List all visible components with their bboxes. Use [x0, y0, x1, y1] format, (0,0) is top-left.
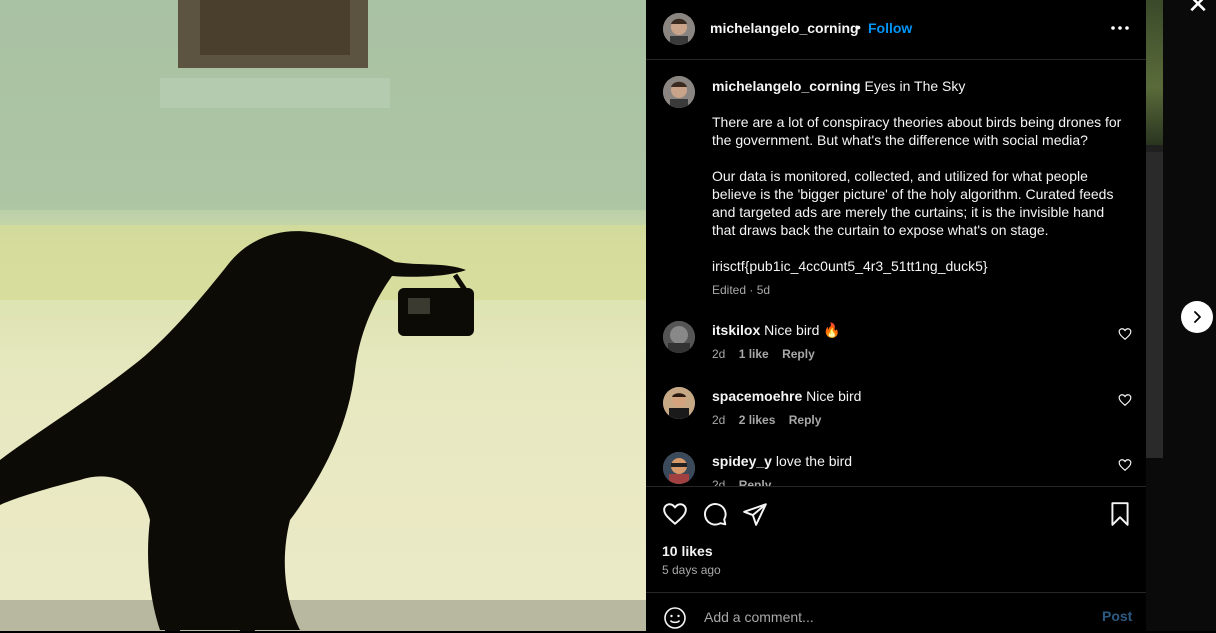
heart-icon[interactable]: [1118, 327, 1132, 341]
post-time[interactable]: 5 days ago: [662, 563, 721, 577]
comment-icon[interactable]: [702, 501, 728, 527]
reply-button[interactable]: Reply: [789, 413, 822, 427]
ellipsis-icon: [1111, 26, 1129, 30]
add-comment-bar: Post: [646, 592, 1146, 633]
comment-body: Nice bird 🔥: [764, 322, 841, 338]
comment-text: spacemoehre Nice bird: [712, 387, 861, 405]
comment-body: love the bird: [775, 453, 853, 469]
header-separator: •: [856, 19, 861, 35]
follow-button[interactable]: Follow: [868, 20, 912, 36]
post-image[interactable]: [0, 0, 646, 631]
heart-icon[interactable]: [662, 501, 688, 527]
caption-paragraph: Our data is monitored, collected, and ut…: [712, 168, 1114, 238]
heart-icon[interactable]: [1118, 393, 1132, 407]
comment-likes[interactable]: 1 like: [739, 347, 769, 361]
comment-text: spidey_y love the bird: [712, 452, 852, 470]
commenter-username[interactable]: spidey_y: [712, 453, 772, 469]
more-options-icon[interactable]: [1108, 18, 1132, 38]
commenter-avatar[interactable]: [663, 321, 695, 353]
post-caption: michelangelo_corning Eyes in The Sky The…: [712, 77, 1122, 299]
caption-meta: Edited · 5d: [712, 283, 771, 297]
comment-text: itskilox Nice bird 🔥: [712, 321, 841, 339]
commenter-username[interactable]: spacemoehre: [712, 388, 802, 404]
comment-age: 2d: [712, 478, 726, 486]
commenter-username[interactable]: itskilox: [712, 322, 760, 338]
caption-title: Eyes in The Sky: [864, 78, 966, 94]
caption-flag-text: irisctf{pub1ic_4cc0unt5_4r3_51tt1ng_duck…: [712, 258, 988, 274]
comment-age: 2d: [712, 413, 726, 427]
comment-item: spidey_y love the bird 2d Reply: [646, 452, 1146, 486]
commenter-avatar[interactable]: [663, 387, 695, 419]
background-next-post-preview: [1146, 0, 1163, 458]
reply-button[interactable]: Reply: [782, 347, 815, 361]
caption-paragraph: There are a lot of conspiracy theories a…: [712, 114, 1122, 148]
likes-count[interactable]: 10 likes: [662, 543, 713, 559]
close-icon[interactable]: ✕: [1186, 0, 1210, 17]
comment-meta: 2d 1 like Reply: [712, 347, 825, 361]
author-username[interactable]: michelangelo_corning: [710, 20, 859, 36]
comment-body: Nice bird: [806, 388, 862, 404]
chevron-right-icon: [1194, 311, 1201, 323]
post-side-panel: michelangelo_corning • Follow michelange…: [646, 0, 1146, 631]
caption-author-avatar[interactable]: [663, 76, 695, 108]
send-icon[interactable]: [742, 501, 768, 527]
author-avatar[interactable]: [663, 13, 695, 45]
reply-button[interactable]: Reply: [739, 478, 772, 486]
comment-input[interactable]: [702, 606, 1076, 628]
comment-likes[interactable]: 2 likes: [739, 413, 776, 427]
post-actions: 10 likes 5 days ago Post: [646, 486, 1146, 632]
caption-username[interactable]: michelangelo_corning: [712, 78, 861, 94]
comments-scroll-area[interactable]: michelangelo_corning Eyes in The Sky The…: [646, 60, 1146, 486]
comment-item: itskilox Nice bird 🔥 2d 1 like Reply: [646, 321, 1146, 381]
comment-meta: 2d 2 likes Reply: [712, 413, 831, 427]
post-header: michelangelo_corning • Follow: [646, 0, 1146, 60]
comment-meta: 2d Reply: [712, 478, 781, 486]
comment-item: spacemoehre Nice bird 2d 2 likes Reply: [646, 387, 1146, 447]
next-post-button[interactable]: [1181, 301, 1213, 333]
heart-icon[interactable]: [1118, 458, 1132, 472]
commenter-avatar[interactable]: [663, 452, 695, 484]
post-comment-button[interactable]: Post: [1102, 608, 1132, 624]
emoji-icon[interactable]: [663, 606, 687, 630]
bookmark-icon[interactable]: [1107, 501, 1133, 527]
comment-age: 2d: [712, 347, 726, 361]
